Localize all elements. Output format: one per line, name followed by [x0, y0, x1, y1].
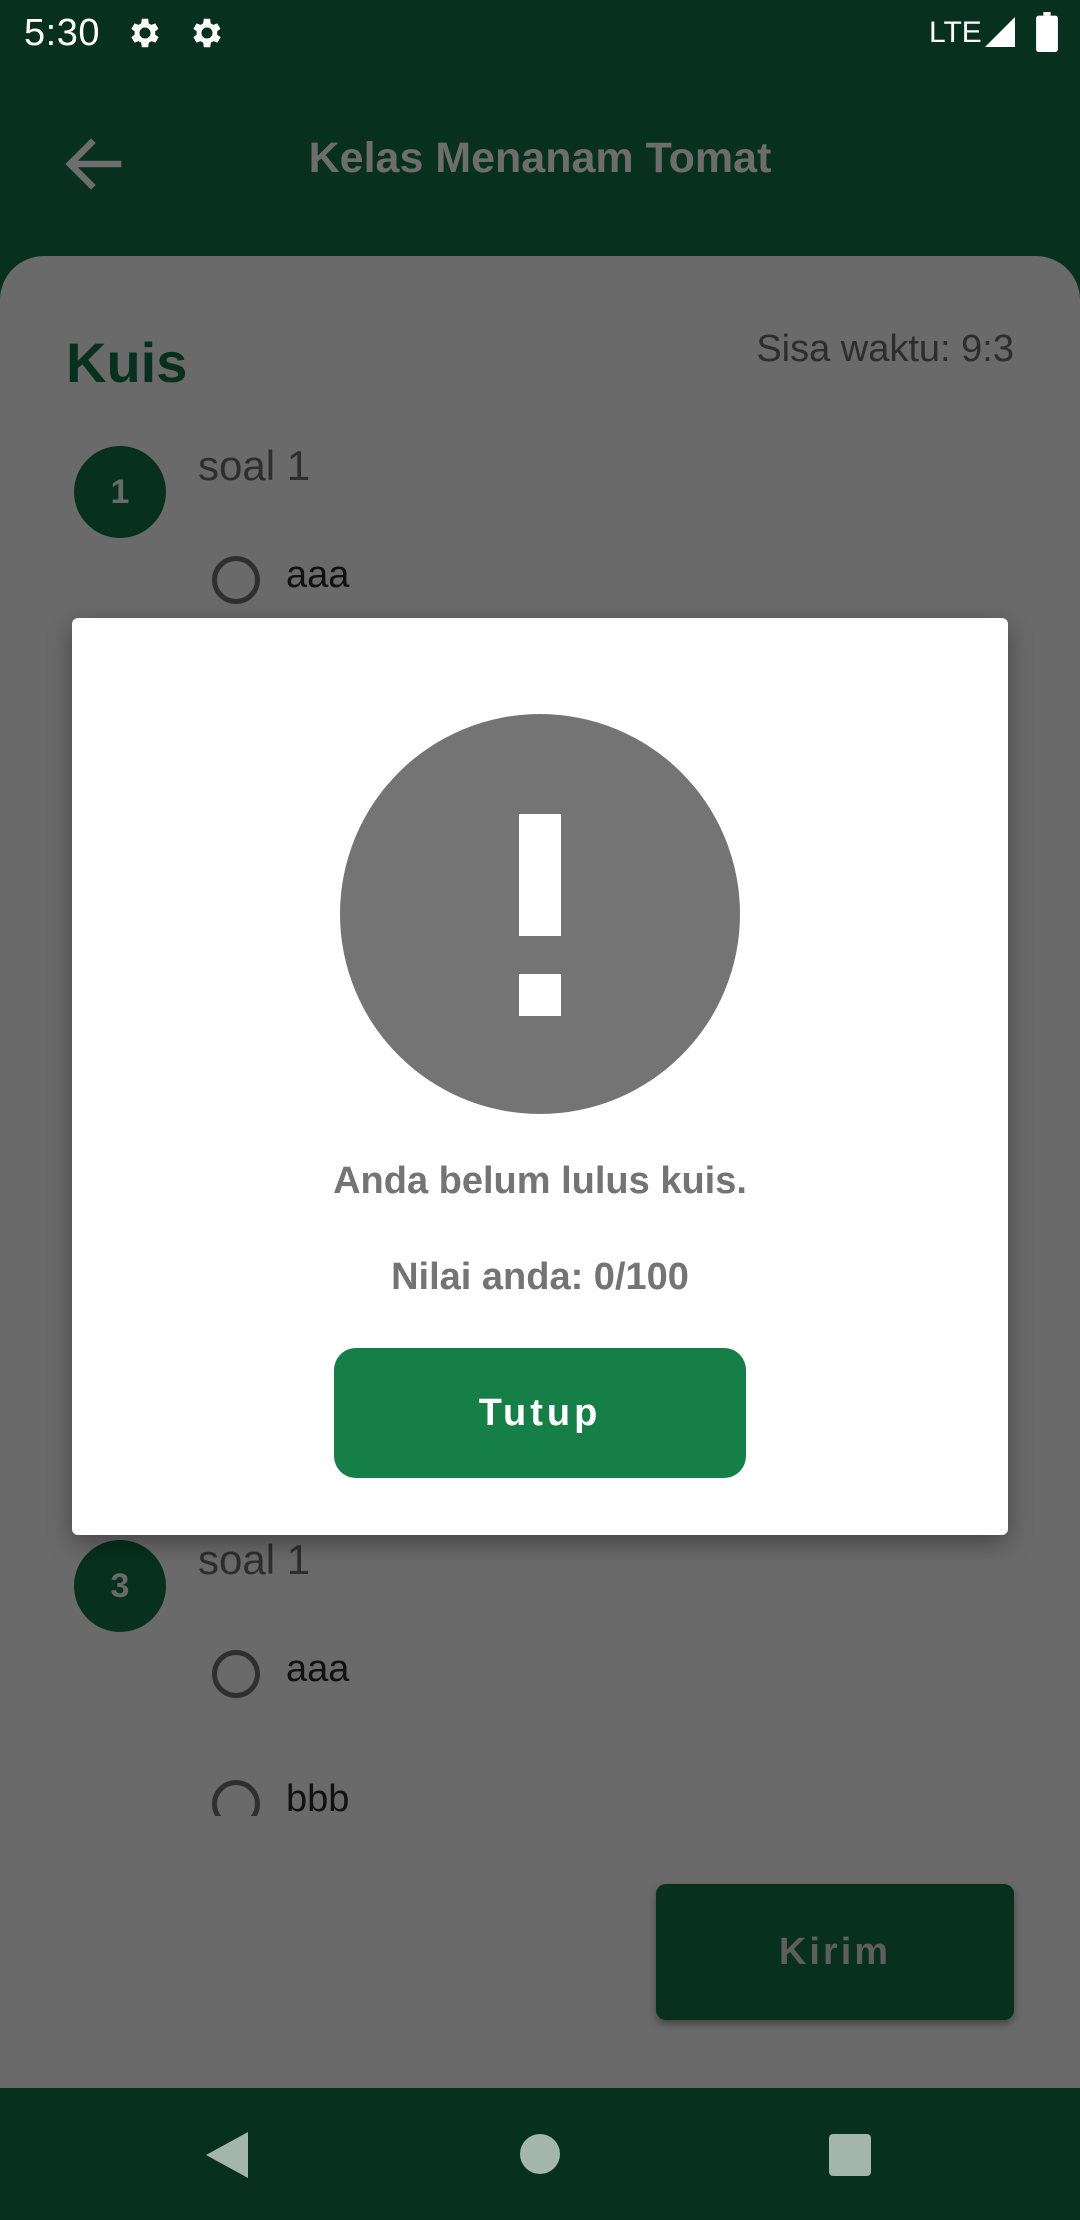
network-type: LTE: [929, 16, 982, 49]
gear-icon: [131, 18, 159, 48]
page-title: Kelas Menanam Tomat: [308, 134, 772, 182]
answer-option-label: aaa: [286, 1648, 350, 1690]
answer-option-label: bbb: [286, 1778, 350, 1816]
submit-button[interactable]: Kirim: [656, 1884, 1014, 2020]
question-number-badge: 1: [74, 446, 166, 538]
radio-button[interactable]: [212, 556, 260, 604]
status-time: 5:30: [24, 12, 100, 54]
app-bar: Kelas Menanam Tomat: [0, 66, 1080, 256]
exclamation-circle-icon: [340, 714, 740, 1114]
question-text: soal 1: [198, 442, 311, 489]
battery-icon: [1036, 12, 1058, 52]
radio-button[interactable]: [212, 1780, 260, 1816]
signal-icon: [985, 17, 1015, 47]
radio-button[interactable]: [212, 1650, 260, 1698]
recents-square-icon[interactable]: [829, 2134, 871, 2176]
question-text: soal 1: [198, 1536, 311, 1583]
question-number-badge: 3: [74, 1540, 166, 1632]
status-bar: 5:30 LTE: [0, 0, 1080, 66]
result-dialog: Anda belum lulus kuis. Nilai anda: 0/100…: [72, 618, 1008, 1535]
home-circle-icon[interactable]: [520, 2134, 560, 2174]
gear-icon: [193, 18, 221, 48]
system-nav-bar: [0, 2088, 1080, 2220]
dialog-message: Anda belum lulus kuis.: [333, 1160, 747, 1202]
dialog-score: Nilai anda: 0/100: [391, 1256, 689, 1298]
close-button[interactable]: Tutup: [334, 1348, 746, 1478]
answer-option-label: aaa: [286, 554, 350, 596]
back-triangle-icon[interactable]: [204, 2130, 250, 2180]
